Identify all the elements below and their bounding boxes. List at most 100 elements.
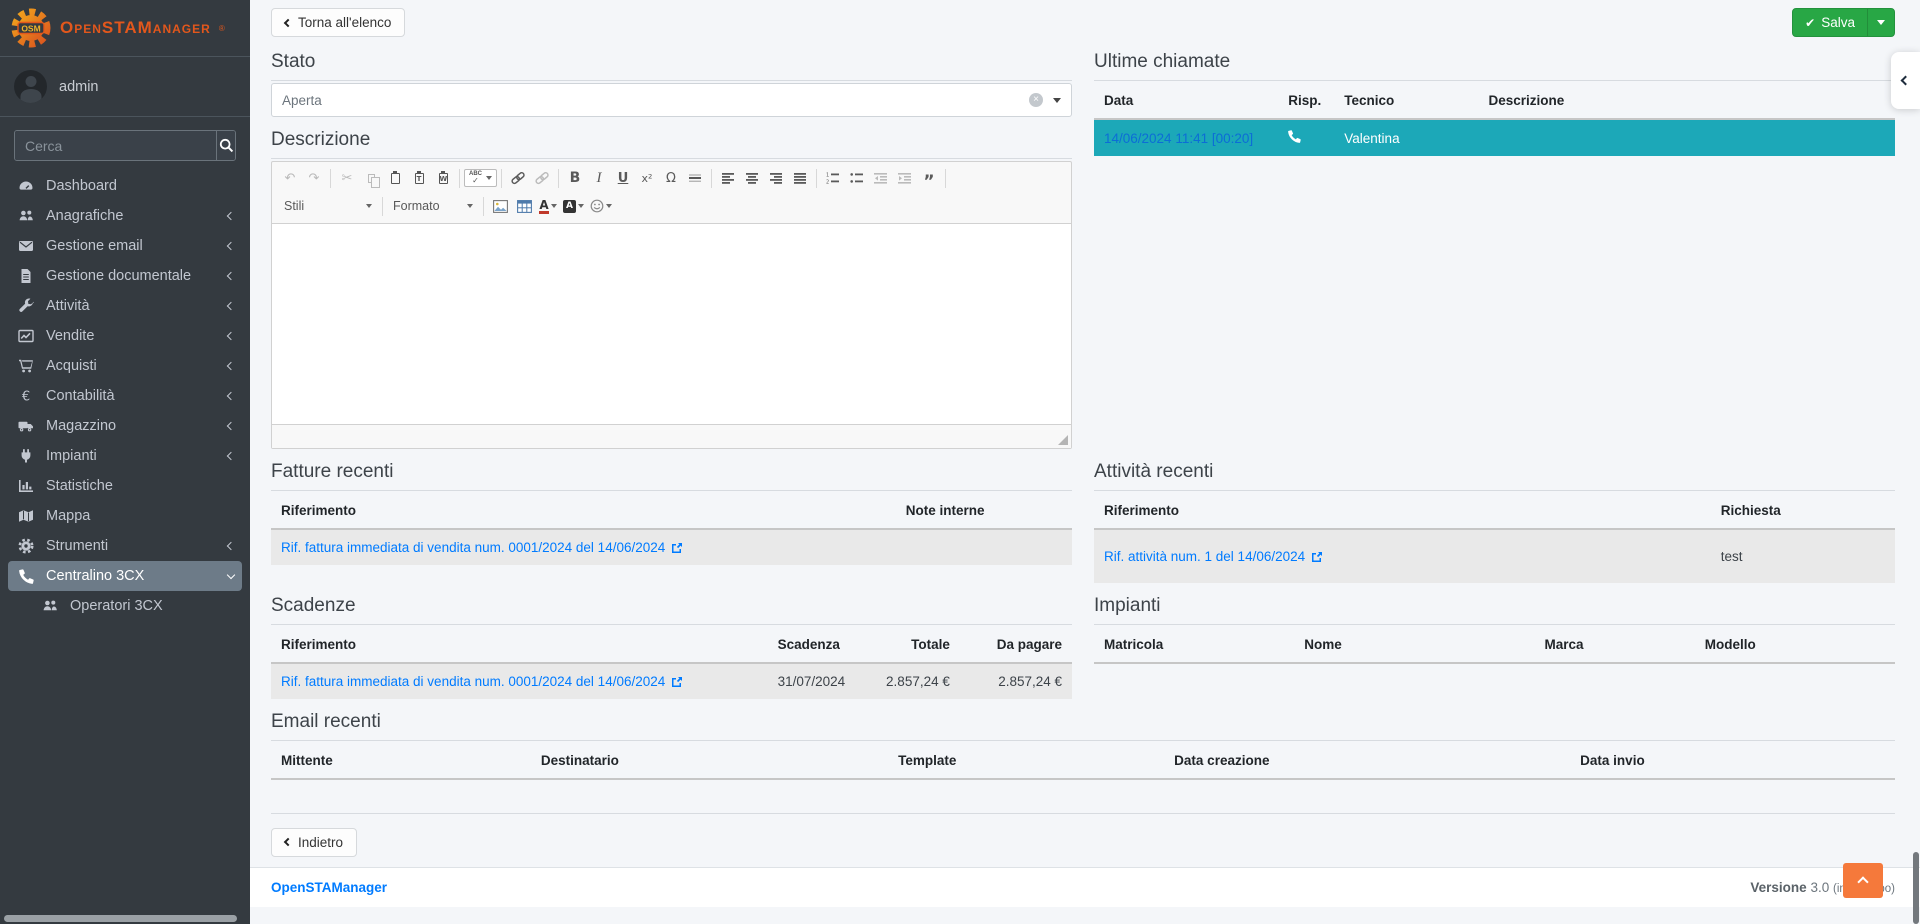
- column-header: Richiesta: [1711, 493, 1895, 529]
- attivita-link[interactable]: Rif. attività num. 1 del 14/06/2024: [1104, 549, 1323, 564]
- page-footer: OpenSTAManager Versione 3.0 (in sviluppo…: [250, 867, 1920, 907]
- align-justify-button[interactable]: [788, 166, 812, 190]
- footer-brand-link[interactable]: OpenSTAManager: [271, 880, 387, 895]
- user-panel[interactable]: admin: [0, 57, 250, 117]
- sidebar-item-dashboard[interactable]: Dashboard: [0, 171, 250, 201]
- editor-toolbar-row-1: ↶ ↷ ✂ T W ABC✓: [272, 162, 1071, 192]
- horizontal-rule-button[interactable]: [683, 166, 707, 190]
- sidebar-search: [14, 130, 236, 161]
- search-button[interactable]: [216, 131, 235, 160]
- sidebar-item-centralino-3cx[interactable]: Centralino 3CX: [8, 561, 242, 591]
- editor-resize-bar[interactable]: [272, 425, 1071, 448]
- app-logo[interactable]: OSM OpenSTAManager ®: [0, 0, 250, 57]
- align-center-button[interactable]: [740, 166, 764, 190]
- blockquote-button[interactable]: ”: [917, 166, 941, 190]
- column-header: Riferimento: [1094, 493, 1711, 529]
- insert-image-button[interactable]: [488, 194, 512, 218]
- divider: [1094, 80, 1895, 81]
- sidebar-item-strumenti[interactable]: Strumenti: [0, 531, 250, 561]
- superscript-button[interactable]: x²: [635, 166, 659, 190]
- unlink-icon: [534, 171, 550, 185]
- email-recenti-title: Email recenti: [271, 711, 1895, 733]
- bullet-list-button[interactable]: [845, 166, 869, 190]
- special-char-button[interactable]: Ω: [659, 166, 683, 190]
- column-header: Nome: [1294, 627, 1534, 663]
- outdent-button[interactable]: [869, 166, 893, 190]
- search-input[interactable]: [15, 131, 216, 160]
- underline-button[interactable]: U: [611, 166, 635, 190]
- sidebar-item-anagrafiche[interactable]: Anagrafiche: [0, 201, 250, 231]
- paste-button[interactable]: [383, 166, 407, 190]
- indent-button[interactable]: [893, 166, 917, 190]
- paste-from-word-button[interactable]: W: [431, 166, 455, 190]
- right-panel-toggle[interactable]: [1891, 52, 1920, 109]
- styles-dropdown[interactable]: Stili: [278, 197, 378, 215]
- column-header: Data creazione: [1164, 743, 1570, 779]
- sidebar-item-operatori-3cx[interactable]: Operatori 3CX: [0, 591, 250, 621]
- attivita-recenti-table: Riferimento Richiesta Rif. attività num.…: [1094, 493, 1895, 583]
- fattura-link[interactable]: Rif. fattura immediata di vendita num. 0…: [281, 540, 683, 555]
- sidebar-item-attivita[interactable]: Attività: [0, 291, 250, 321]
- editor-content-area[interactable]: [272, 223, 1071, 425]
- copy-button[interactable]: [359, 166, 383, 190]
- sidebar-item-label: Centralino 3CX: [46, 568, 144, 584]
- column-header: Risp.: [1278, 83, 1334, 119]
- call-row[interactable]: 14/06/2024 11:41 [00:20] Valentina: [1094, 119, 1895, 156]
- link-button[interactable]: [506, 166, 530, 190]
- insert-table-button[interactable]: [512, 194, 536, 218]
- unlink-button[interactable]: [530, 166, 554, 190]
- table-row: Rif. fattura immediata di vendita num. 0…: [271, 529, 1072, 565]
- format-dropdown[interactable]: Formato: [387, 197, 479, 215]
- spellcheck-button[interactable]: ABC✓: [464, 169, 497, 187]
- clear-selection-icon[interactable]: ×: [1029, 93, 1043, 107]
- redo-button[interactable]: ↷: [302, 166, 326, 190]
- search-icon: [219, 138, 234, 153]
- sidebar-item-acquisti[interactable]: Acquisti: [0, 351, 250, 381]
- stato-select[interactable]: Aperta ×: [271, 83, 1072, 117]
- caret-down-icon: [578, 204, 584, 208]
- vertical-scrollbar-thumb[interactable]: [1913, 852, 1919, 924]
- call-date-link[interactable]: 14/06/2024 11:41 [00:20]: [1104, 131, 1253, 146]
- fatture-recenti-section: Fatture recenti Riferimento Note interne…: [271, 449, 1072, 583]
- cut-button[interactable]: ✂: [335, 166, 359, 190]
- italic-button[interactable]: I: [587, 166, 611, 190]
- scroll-to-top-button[interactable]: [1843, 863, 1883, 898]
- sidebar-item-contabilita[interactable]: € Contabilità: [0, 381, 250, 411]
- text-color-button[interactable]: A: [536, 194, 560, 218]
- numbered-list-icon: 12: [826, 172, 840, 184]
- brand-registered-mark: ®: [219, 24, 225, 33]
- main-content: Torna all'elenco ✔ Salva Stato Aperta × …: [250, 0, 1920, 857]
- background-color-button[interactable]: A: [560, 194, 587, 218]
- email-recenti-table: Mittente Destinatario Template Data crea…: [271, 743, 1895, 814]
- save-dropdown-toggle[interactable]: [1867, 9, 1894, 36]
- call-description: [1478, 119, 1895, 156]
- sidebar-item-statistiche[interactable]: Statistiche: [0, 471, 250, 501]
- sidebar-item-impianti[interactable]: Impianti: [0, 441, 250, 471]
- sidebar-item-label: Magazzino: [46, 418, 116, 434]
- align-left-button[interactable]: [716, 166, 740, 190]
- sidebar-item-magazzino[interactable]: Magazzino: [0, 411, 250, 441]
- back-button[interactable]: Indietro: [271, 828, 357, 857]
- back-to-list-button[interactable]: Torna all'elenco: [271, 8, 405, 37]
- chevron-down-icon: [227, 570, 235, 578]
- version-label: Versione: [1750, 880, 1806, 895]
- horizontal-scrollbar-thumb[interactable]: [4, 915, 237, 922]
- numbered-list-button[interactable]: 12: [821, 166, 845, 190]
- column-header: Riferimento: [271, 627, 768, 663]
- sidebar-item-vendite[interactable]: Vendite: [0, 321, 250, 351]
- column-header: Marca: [1535, 627, 1695, 663]
- align-right-button[interactable]: [764, 166, 788, 190]
- sidebar-item-mappa[interactable]: Mappa: [0, 501, 250, 531]
- scadenza-link[interactable]: Rif. fattura immediata di vendita num. 0…: [281, 674, 683, 689]
- sidebar-item-gestione-documentale[interactable]: Gestione documentale: [0, 261, 250, 291]
- save-button[interactable]: ✔ Salva: [1793, 9, 1867, 36]
- undo-button[interactable]: ↶: [278, 166, 302, 190]
- bold-button[interactable]: B: [563, 166, 587, 190]
- svg-text:OSM: OSM: [21, 23, 40, 33]
- divider: [271, 740, 1895, 741]
- paste-as-text-button[interactable]: T: [407, 166, 431, 190]
- column-header: Descrizione: [1478, 83, 1895, 119]
- sidebar-item-label: Acquisti: [46, 358, 97, 374]
- smiley-button[interactable]: [587, 194, 615, 218]
- sidebar-item-gestione-email[interactable]: Gestione email: [0, 231, 250, 261]
